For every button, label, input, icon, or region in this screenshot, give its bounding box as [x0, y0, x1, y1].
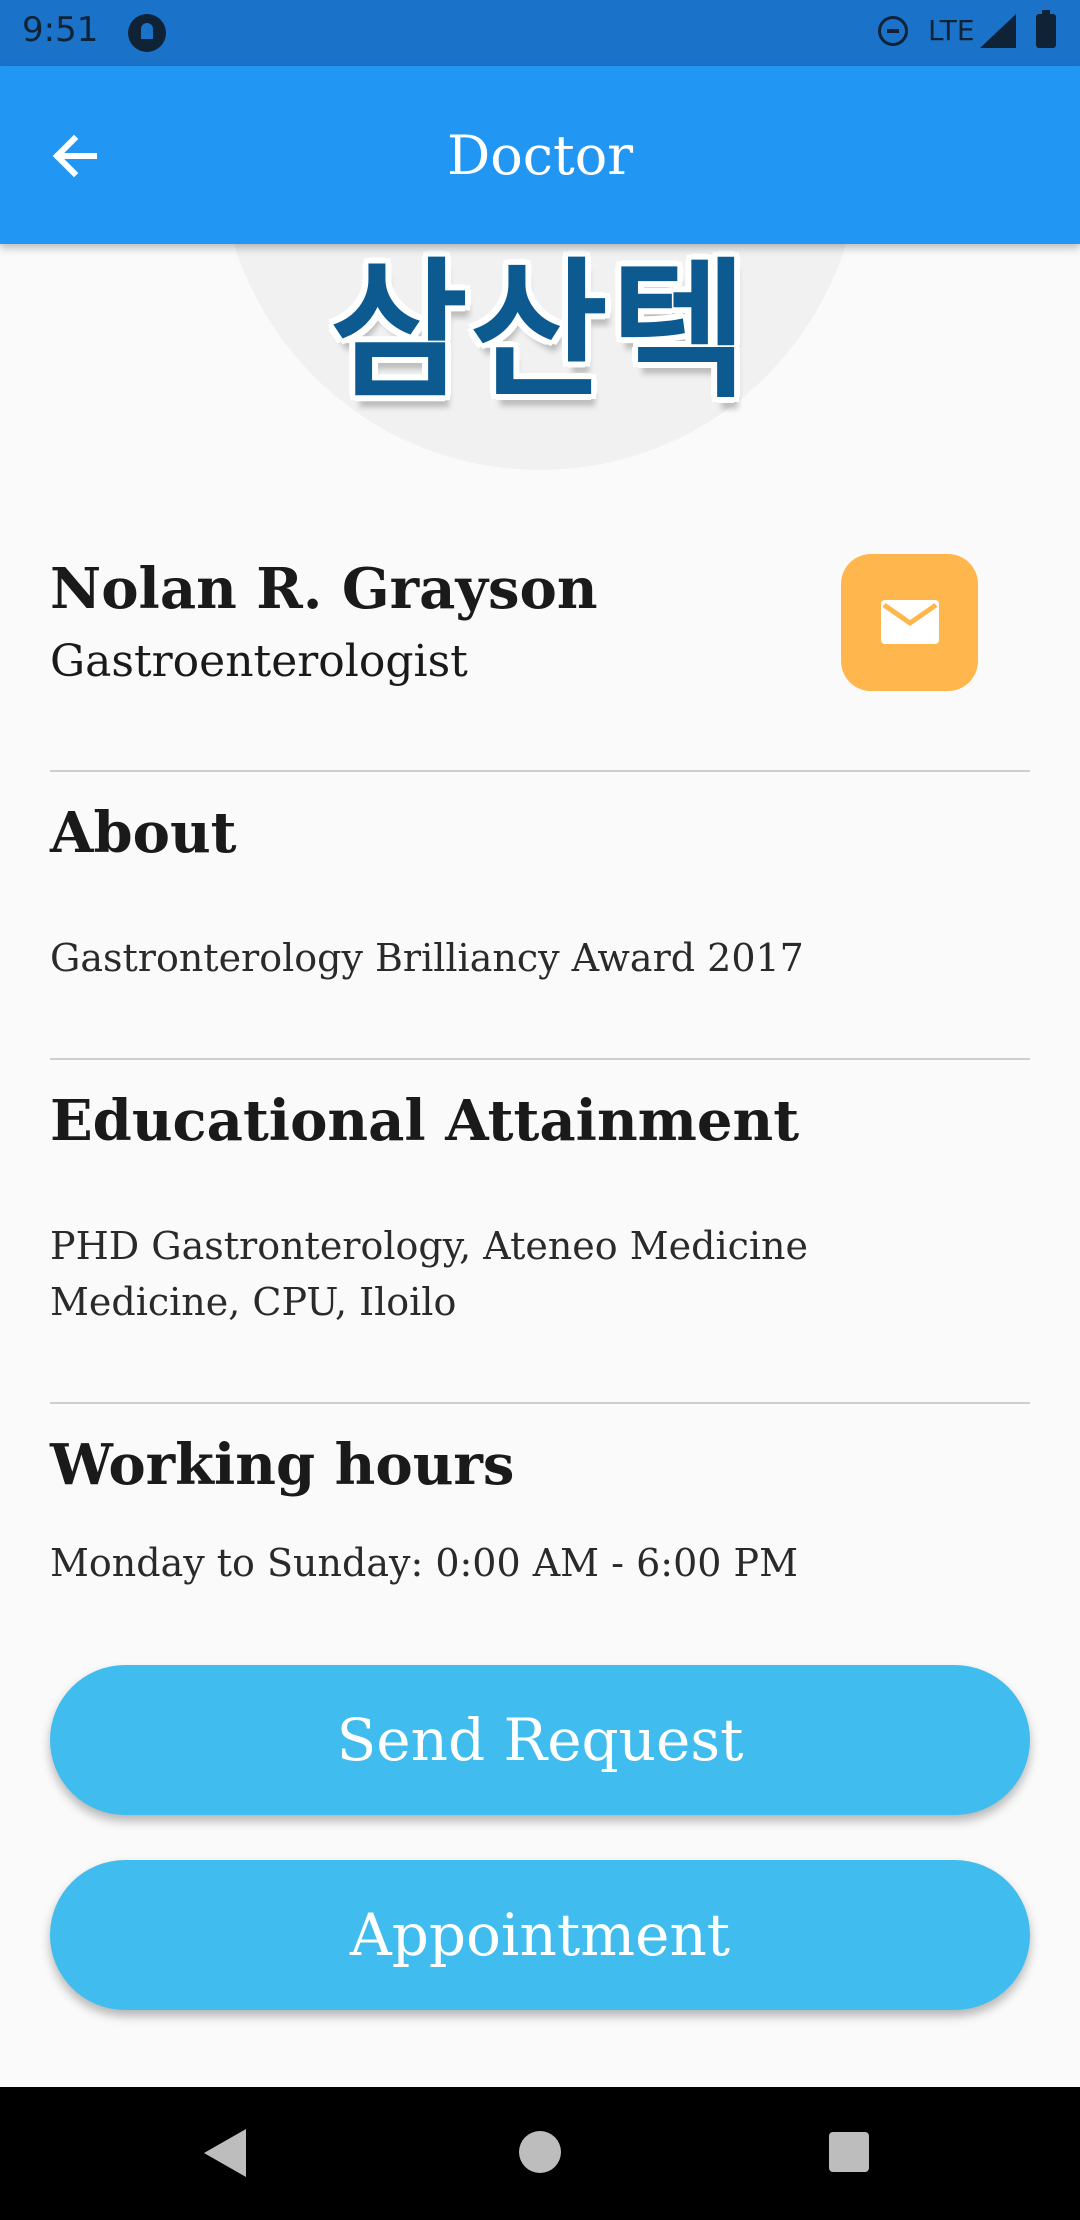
square-recents-icon[interactable] — [829, 2132, 869, 2172]
battery-icon — [1036, 10, 1056, 48]
app-bar: Doctor — [0, 66, 1080, 244]
status-bar: 9:51 LTE — [0, 0, 1080, 66]
circle-home-icon[interactable] — [519, 2131, 561, 2173]
message-button[interactable] — [841, 554, 978, 691]
education-text: PHD Gastronterology, Ateneo Medicine Med… — [50, 1218, 950, 1330]
education-title: Educational Attainment — [50, 1088, 800, 1154]
network-label: LTE — [928, 14, 975, 47]
mail-icon — [881, 600, 939, 644]
status-time: 9:51 — [22, 10, 99, 50]
divider — [50, 1058, 1030, 1060]
app-notification-icon — [128, 14, 166, 52]
working-hours-text: Monday to Sunday: 0:00 AM - 6:00 PM — [50, 1541, 798, 1585]
do-not-disturb-icon — [878, 16, 908, 46]
education-line: PHD Gastronterology, Ateneo Medicine — [50, 1224, 809, 1268]
about-text: Gastronterology Brilliancy Award 2017 — [50, 936, 804, 980]
divider — [50, 1402, 1030, 1404]
about-title: About — [50, 800, 237, 866]
page-title: Doctor — [446, 124, 634, 187]
send-request-button[interactable]: Send Request — [50, 1665, 1030, 1815]
education-line: Medicine, CPU, Iloilo — [50, 1280, 457, 1324]
appointment-button[interactable]: Appointment — [50, 1860, 1030, 2010]
working-hours-title: Working hours — [50, 1432, 515, 1498]
doctor-name: Nolan R. Grayson — [50, 556, 598, 622]
divider — [50, 770, 1030, 772]
triangle-back-icon[interactable] — [204, 2129, 246, 2177]
doctor-specialty: Gastroenterologist — [50, 636, 468, 687]
signal-icon — [980, 14, 1016, 48]
system-nav-bar — [0, 2087, 1080, 2220]
